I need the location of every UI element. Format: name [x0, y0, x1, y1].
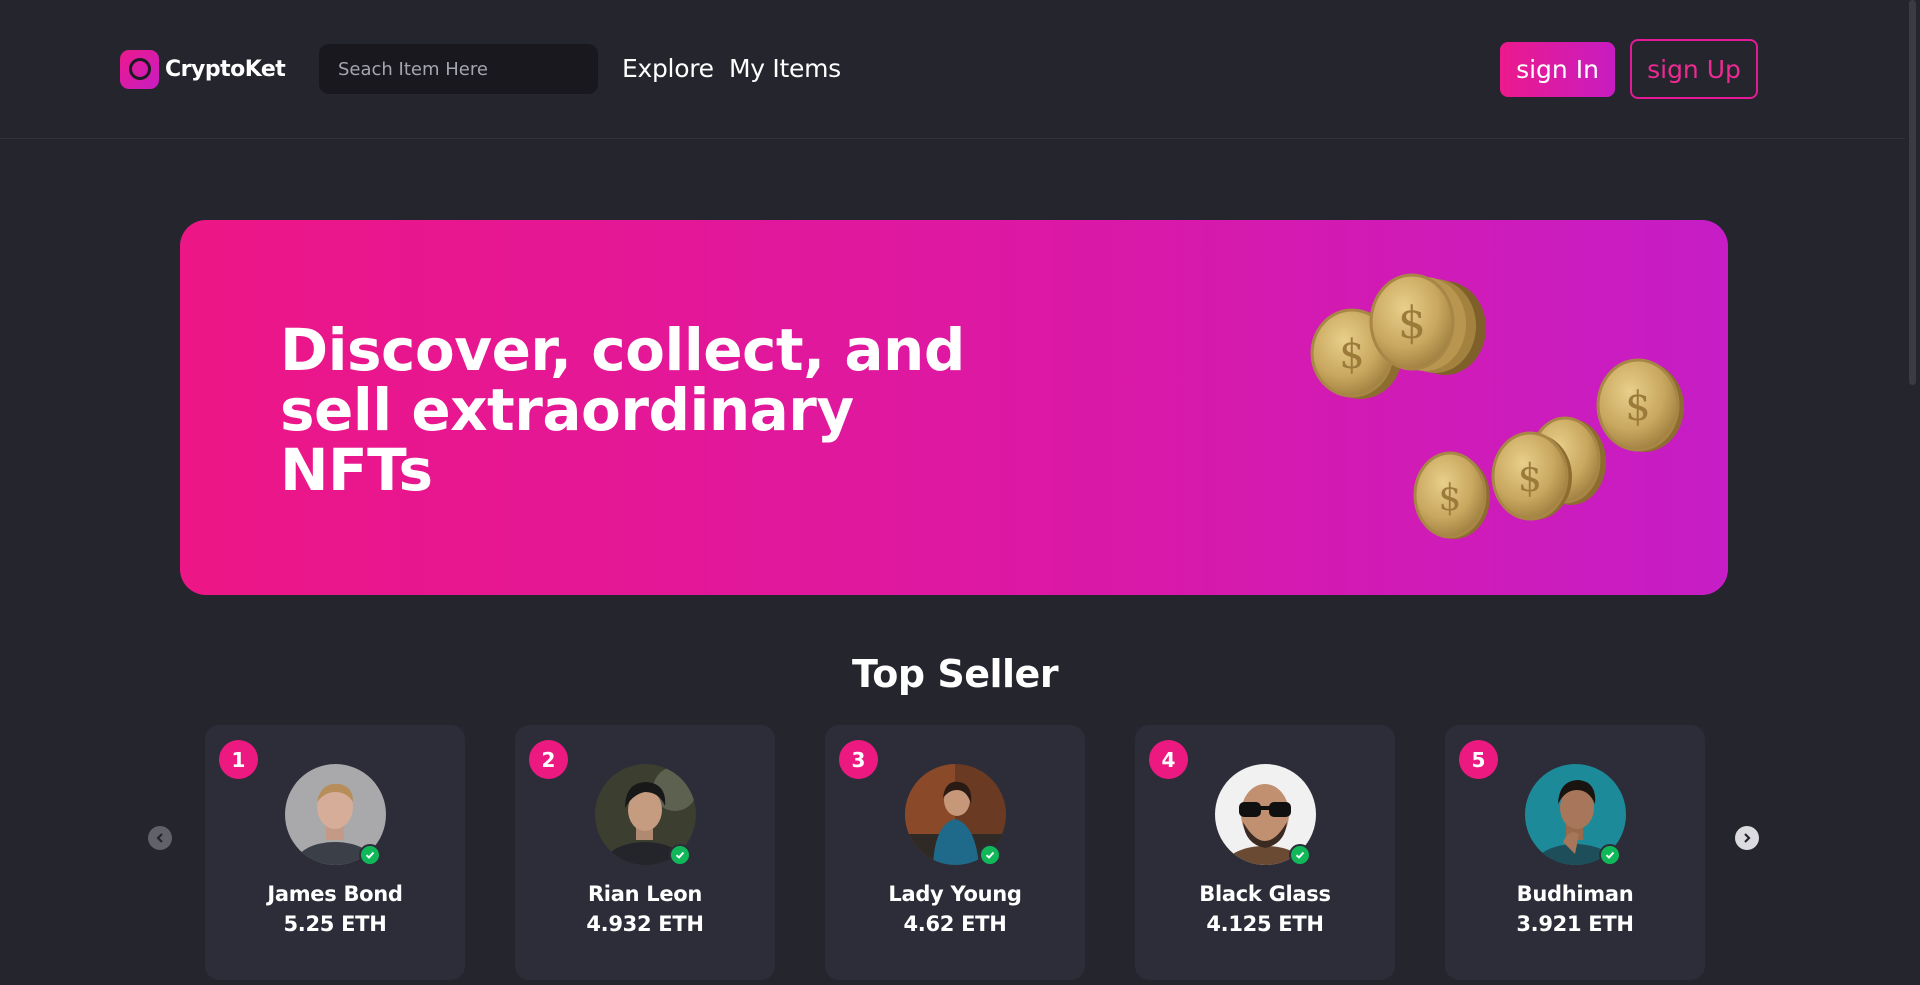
svg-text:$: $	[1339, 332, 1364, 378]
seller-eth: 4.62 ETH	[903, 912, 1007, 936]
svg-text:$: $	[1398, 298, 1426, 349]
rank-badge: 2	[529, 740, 568, 779]
seller-eth: 4.932 ETH	[586, 912, 704, 936]
nav-explore[interactable]: Explore	[622, 54, 714, 83]
chevron-right-icon[interactable]	[1735, 826, 1759, 850]
rank-badge: 3	[839, 740, 878, 779]
seller-card[interactable]: 1 James Bond 5.25 ETH	[205, 725, 465, 980]
navbar: CryptoKet Explore My Items sign In sign …	[0, 0, 1905, 139]
coin-icon: $	[1413, 451, 1490, 539]
ring-logo-icon	[120, 49, 159, 89]
nav-my-items[interactable]: My Items	[729, 54, 841, 83]
seller-name: Black Glass	[1199, 882, 1331, 906]
rank-badge: 4	[1149, 740, 1188, 779]
seller-card[interactable]: 3 Lady Young 4.62 ETH	[825, 725, 1085, 980]
verified-check-icon	[1289, 844, 1311, 866]
search-input[interactable]	[319, 44, 598, 94]
seller-name: Lady Young	[888, 882, 1022, 906]
rank-badge: 5	[1459, 740, 1498, 779]
brand-logo[interactable]: CryptoKet	[120, 49, 286, 89]
seller-name: James Bond	[267, 882, 403, 906]
coin-stack-icon: $	[1369, 273, 1486, 375]
hero-banner: Discover, collect, and sell extraordinar…	[180, 220, 1728, 595]
sign-up-button[interactable]: sign Up	[1630, 39, 1758, 99]
scrollbar-thumb[interactable]	[1909, 0, 1916, 385]
seller-name: Rian Leon	[587, 882, 703, 906]
verified-check-icon	[359, 844, 381, 866]
top-seller-title: Top Seller	[851, 652, 1059, 696]
gold-coins-illustration: $ $ $ $ $	[1310, 273, 1684, 539]
sign-in-button[interactable]: sign In	[1500, 42, 1615, 97]
svg-text:$: $	[1439, 478, 1462, 519]
brand-name: CryptoKet	[165, 56, 286, 82]
seller-eth: 5.25 ETH	[283, 912, 387, 936]
verified-check-icon	[979, 844, 1001, 866]
seller-eth: 4.125 ETH	[1206, 912, 1324, 936]
seller-card[interactable]: 2 Rian Leon 4.932 ETH	[515, 725, 775, 980]
verified-check-icon	[669, 844, 691, 866]
coin-icon: $	[1596, 358, 1684, 452]
coin-icon: $	[1491, 431, 1572, 521]
seller-eth: 3.921 ETH	[1516, 912, 1634, 936]
seller-name: Budhiman	[1516, 882, 1634, 906]
chevron-left-icon[interactable]	[148, 826, 172, 850]
svg-text:$: $	[1625, 384, 1650, 430]
seller-card[interactable]: 5 Budhiman 3.921 ETH	[1445, 725, 1705, 980]
rank-badge: 1	[219, 740, 258, 779]
verified-check-icon	[1599, 844, 1621, 866]
seller-card[interactable]: 4 Black Glass 4.125 ETH	[1135, 725, 1395, 980]
page-scrollbar[interactable]	[1905, 0, 1920, 985]
svg-text:$: $	[1518, 456, 1542, 500]
